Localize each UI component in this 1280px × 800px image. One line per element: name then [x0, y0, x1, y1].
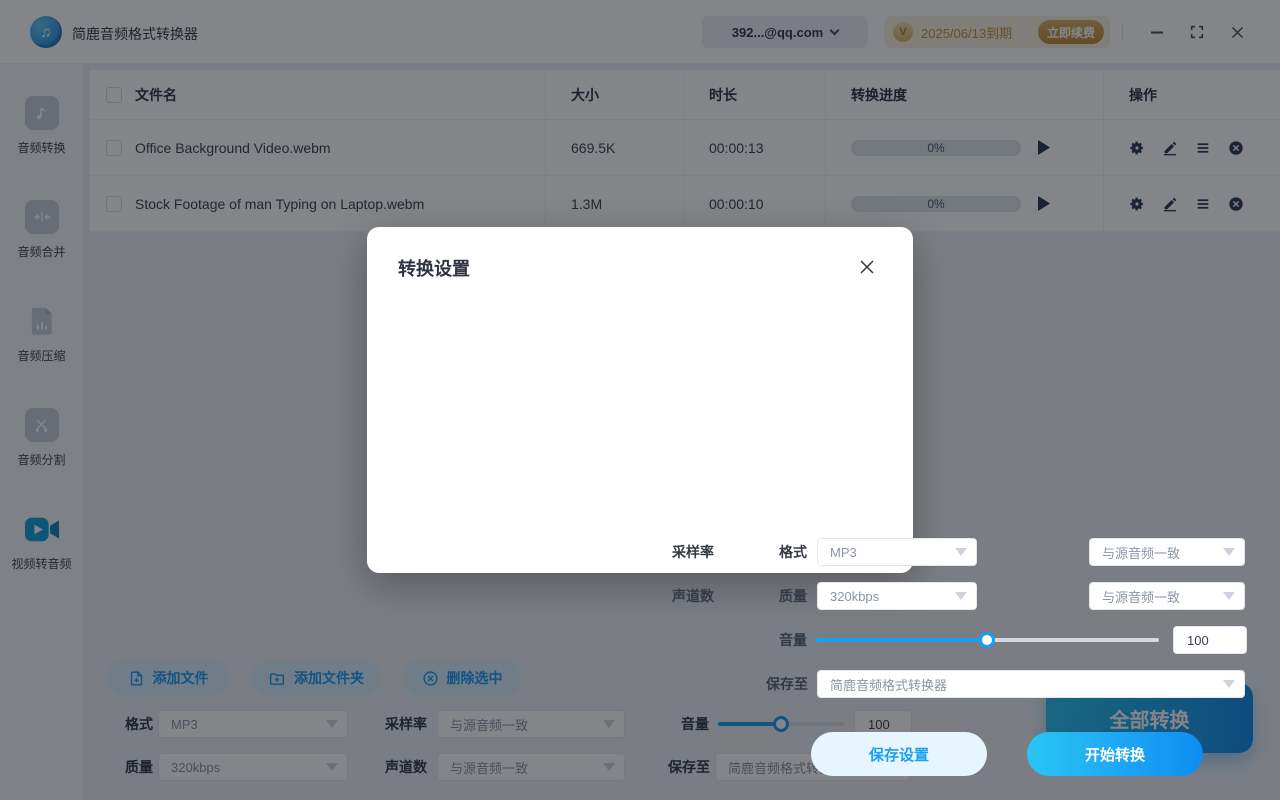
- save-to-label: 保存至: [766, 676, 808, 692]
- chevron-down-icon: [1223, 680, 1235, 688]
- save-to-value: 简鹿音频格式转换器: [830, 677, 948, 693]
- format-select[interactable]: MP3: [817, 538, 977, 566]
- chevron-down-icon: [1223, 548, 1235, 556]
- quality-label: 质量: [779, 588, 807, 604]
- channels-value: 与源音频一致: [1102, 589, 1181, 605]
- sample-rate-value: 与源音频一致: [1102, 545, 1181, 561]
- volume-label: 音量: [779, 632, 807, 648]
- channels-select[interactable]: 与源音频一致: [1089, 582, 1245, 610]
- conversion-settings-modal: 转换设置 格式 MP3 采样率 与源音频一致 质量 320kbps 声道数 与源…: [367, 227, 1247, 776]
- close-icon: [860, 260, 874, 274]
- volume-input[interactable]: 100: [1173, 626, 1247, 654]
- format-value: MP3: [830, 544, 857, 560]
- format-label: 格式: [779, 544, 807, 560]
- sample-rate-label: 采样率: [672, 544, 714, 560]
- chevron-down-icon: [1223, 592, 1235, 600]
- app-window: ♫ 简鹿音频格式转换器 392...@qq.com V 2025/06/13到期…: [0, 0, 1280, 800]
- chevron-down-icon: [955, 592, 967, 600]
- chevron-down-icon: [955, 548, 967, 556]
- channels-label: 声道数: [672, 588, 714, 604]
- sample-rate-select[interactable]: 与源音频一致: [1089, 538, 1245, 566]
- quality-select[interactable]: 320kbps: [817, 582, 977, 610]
- save-settings-button[interactable]: 保存设置: [811, 732, 987, 776]
- quality-value: 320kbps: [830, 588, 880, 604]
- start-convert-button[interactable]: 开始转换: [1027, 732, 1203, 776]
- save-to-select[interactable]: 简鹿音频格式转换器: [817, 670, 1245, 698]
- slider-knob[interactable]: [979, 632, 995, 648]
- modal-close-button[interactable]: [855, 255, 879, 279]
- modal-title: 转换设置: [398, 259, 470, 279]
- volume-slider[interactable]: [815, 626, 1159, 654]
